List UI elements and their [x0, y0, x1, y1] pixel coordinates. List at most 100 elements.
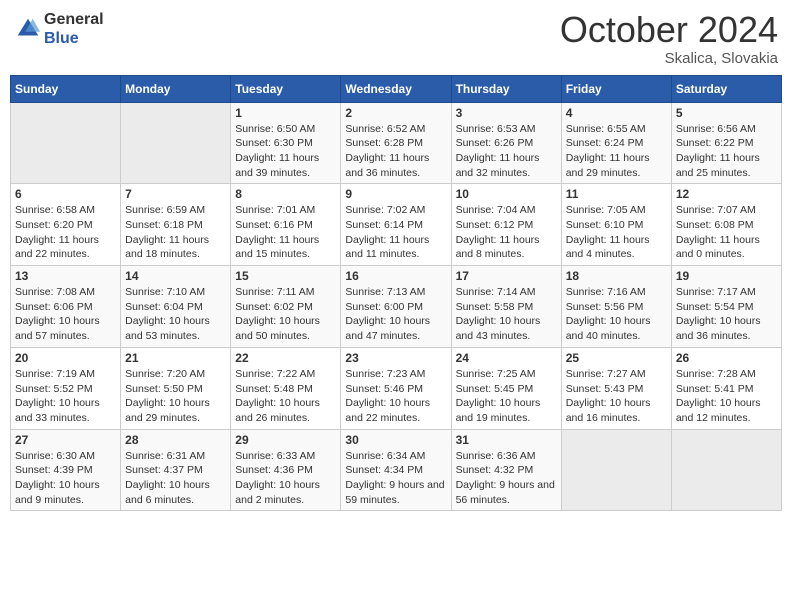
calendar-cell: 26 Sunrise: 7:28 AMSunset: 5:41 PMDayligh…	[671, 347, 781, 429]
day-info: Sunrise: 6:30 AMSunset: 4:39 PMDaylight:…	[15, 449, 116, 508]
weekday-header: Monday	[121, 75, 231, 102]
calendar-cell	[11, 102, 121, 184]
day-number: 23	[345, 351, 446, 365]
calendar-cell: 6 Sunrise: 6:58 AMSunset: 6:20 PMDaylight…	[11, 184, 121, 266]
title-block: October 2024 Skalica, Slovakia	[560, 10, 778, 67]
logo: General Blue	[14, 10, 104, 48]
day-number: 14	[125, 269, 226, 283]
calendar-cell: 18 Sunrise: 7:16 AMSunset: 5:56 PMDayligh…	[561, 266, 671, 348]
day-info: Sunrise: 6:55 AMSunset: 6:24 PMDaylight:…	[566, 122, 667, 181]
day-number: 8	[235, 187, 336, 201]
day-number: 10	[456, 187, 557, 201]
day-number: 2	[345, 106, 446, 120]
day-info: Sunrise: 7:28 AMSunset: 5:41 PMDaylight:…	[676, 367, 777, 426]
day-info: Sunrise: 7:14 AMSunset: 5:58 PMDaylight:…	[456, 285, 557, 344]
calendar-cell: 30 Sunrise: 6:34 AMSunset: 4:34 PMDayligh…	[341, 429, 451, 511]
calendar-cell: 17 Sunrise: 7:14 AMSunset: 5:58 PMDayligh…	[451, 266, 561, 348]
weekday-header: Friday	[561, 75, 671, 102]
day-info: Sunrise: 6:34 AMSunset: 4:34 PMDaylight:…	[345, 449, 446, 508]
day-info: Sunrise: 7:25 AMSunset: 5:45 PMDaylight:…	[456, 367, 557, 426]
day-number: 25	[566, 351, 667, 365]
day-info: Sunrise: 7:01 AMSunset: 6:16 PMDaylight:…	[235, 203, 336, 262]
weekday-header-row: SundayMondayTuesdayWednesdayThursdayFrid…	[11, 75, 782, 102]
weekday-header: Wednesday	[341, 75, 451, 102]
day-number: 6	[15, 187, 116, 201]
calendar-cell: 7 Sunrise: 6:59 AMSunset: 6:18 PMDaylight…	[121, 184, 231, 266]
calendar-week-row: 1 Sunrise: 6:50 AMSunset: 6:30 PMDaylight…	[11, 102, 782, 184]
day-number: 19	[676, 269, 777, 283]
logo-icon	[14, 15, 42, 43]
day-info: Sunrise: 7:08 AMSunset: 6:06 PMDaylight:…	[15, 285, 116, 344]
calendar-cell: 23 Sunrise: 7:23 AMSunset: 5:46 PMDayligh…	[341, 347, 451, 429]
day-info: Sunrise: 6:33 AMSunset: 4:36 PMDaylight:…	[235, 449, 336, 508]
day-number: 7	[125, 187, 226, 201]
day-number: 20	[15, 351, 116, 365]
calendar-table: SundayMondayTuesdayWednesdayThursdayFrid…	[10, 75, 782, 512]
calendar-cell: 12Sunrise: 7:07 AMSunset: 6:08 PMDayligh…	[671, 184, 781, 266]
day-info: Sunrise: 6:53 AMSunset: 6:26 PMDaylight:…	[456, 122, 557, 181]
day-info: Sunrise: 7:13 AMSunset: 6:00 PMDaylight:…	[345, 285, 446, 344]
calendar-cell: 16 Sunrise: 7:13 AMSunset: 6:00 PMDayligh…	[341, 266, 451, 348]
day-number: 13	[15, 269, 116, 283]
day-number: 21	[125, 351, 226, 365]
calendar-cell: 28Sunrise: 6:31 AMSunset: 4:37 PMDayligh…	[121, 429, 231, 511]
day-info: Sunrise: 6:50 AMSunset: 6:30 PMDaylight:…	[235, 122, 336, 181]
day-info: Sunrise: 6:31 AMSunset: 4:37 PMDaylight:…	[125, 449, 226, 508]
weekday-header: Tuesday	[231, 75, 341, 102]
weekday-header: Thursday	[451, 75, 561, 102]
day-number: 24	[456, 351, 557, 365]
calendar-cell: 21 Sunrise: 7:20 AMSunset: 5:50 PMDayligh…	[121, 347, 231, 429]
day-number: 15	[235, 269, 336, 283]
calendar-cell: 10 Sunrise: 7:04 AMSunset: 6:12 PMDayligh…	[451, 184, 561, 266]
day-number: 27	[15, 433, 116, 447]
day-number: 18	[566, 269, 667, 283]
day-number: 29	[235, 433, 336, 447]
day-number: 1	[235, 106, 336, 120]
day-number: 5	[676, 106, 777, 120]
calendar-cell: 14 Sunrise: 7:10 AMSunset: 6:04 PMDayligh…	[121, 266, 231, 348]
day-info: Sunrise: 7:05 AMSunset: 6:10 PMDaylight:…	[566, 203, 667, 262]
calendar-cell: 3 Sunrise: 6:53 AMSunset: 6:26 PMDaylight…	[451, 102, 561, 184]
day-info: Sunrise: 7:04 AMSunset: 6:12 PMDaylight:…	[456, 203, 557, 262]
day-number: 16	[345, 269, 446, 283]
calendar-cell: 20Sunrise: 7:19 AMSunset: 5:52 PMDayligh…	[11, 347, 121, 429]
day-info: Sunrise: 7:27 AMSunset: 5:43 PMDaylight:…	[566, 367, 667, 426]
calendar-week-row: 27 Sunrise: 6:30 AMSunset: 4:39 PMDayligh…	[11, 429, 782, 511]
page-header: General Blue October 2024 Skalica, Slova…	[10, 10, 782, 67]
day-info: Sunrise: 7:20 AMSunset: 5:50 PMDaylight:…	[125, 367, 226, 426]
day-number: 30	[345, 433, 446, 447]
calendar-week-row: 6 Sunrise: 6:58 AMSunset: 6:20 PMDaylight…	[11, 184, 782, 266]
weekday-header: Sunday	[11, 75, 121, 102]
day-info: Sunrise: 7:16 AMSunset: 5:56 PMDaylight:…	[566, 285, 667, 344]
day-info: Sunrise: 6:52 AMSunset: 6:28 PMDaylight:…	[345, 122, 446, 181]
day-info: Sunrise: 7:22 AMSunset: 5:48 PMDaylight:…	[235, 367, 336, 426]
weekday-header: Saturday	[671, 75, 781, 102]
calendar-week-row: 13 Sunrise: 7:08 AMSunset: 6:06 PMDayligh…	[11, 266, 782, 348]
day-number: 12	[676, 187, 777, 201]
day-number: 31	[456, 433, 557, 447]
day-info: Sunrise: 7:17 AMSunset: 5:54 PMDaylight:…	[676, 285, 777, 344]
calendar-cell: 1 Sunrise: 6:50 AMSunset: 6:30 PMDaylight…	[231, 102, 341, 184]
calendar-cell: 19 Sunrise: 7:17 AMSunset: 5:54 PMDayligh…	[671, 266, 781, 348]
day-info: Sunrise: 6:58 AMSunset: 6:20 PMDaylight:…	[15, 203, 116, 262]
calendar-week-row: 20Sunrise: 7:19 AMSunset: 5:52 PMDayligh…	[11, 347, 782, 429]
day-number: 9	[345, 187, 446, 201]
calendar-cell	[561, 429, 671, 511]
calendar-cell	[671, 429, 781, 511]
calendar-cell: 15Sunrise: 7:11 AMSunset: 6:02 PMDayligh…	[231, 266, 341, 348]
day-number: 17	[456, 269, 557, 283]
calendar-cell: 13 Sunrise: 7:08 AMSunset: 6:06 PMDayligh…	[11, 266, 121, 348]
logo-general: General	[44, 10, 104, 29]
day-number: 3	[456, 106, 557, 120]
day-number: 26	[676, 351, 777, 365]
day-number: 4	[566, 106, 667, 120]
day-info: Sunrise: 6:59 AMSunset: 6:18 PMDaylight:…	[125, 203, 226, 262]
day-info: Sunrise: 7:02 AMSunset: 6:14 PMDaylight:…	[345, 203, 446, 262]
calendar-cell: 25 Sunrise: 7:27 AMSunset: 5:43 PMDayligh…	[561, 347, 671, 429]
day-info: Sunrise: 7:23 AMSunset: 5:46 PMDaylight:…	[345, 367, 446, 426]
day-info: Sunrise: 7:10 AMSunset: 6:04 PMDaylight:…	[125, 285, 226, 344]
calendar-cell: 8 Sunrise: 7:01 AMSunset: 6:16 PMDaylight…	[231, 184, 341, 266]
calendar-cell: 29 Sunrise: 6:33 AMSunset: 4:36 PMDayligh…	[231, 429, 341, 511]
calendar-cell	[121, 102, 231, 184]
calendar-cell: 24 Sunrise: 7:25 AMSunset: 5:45 PMDayligh…	[451, 347, 561, 429]
